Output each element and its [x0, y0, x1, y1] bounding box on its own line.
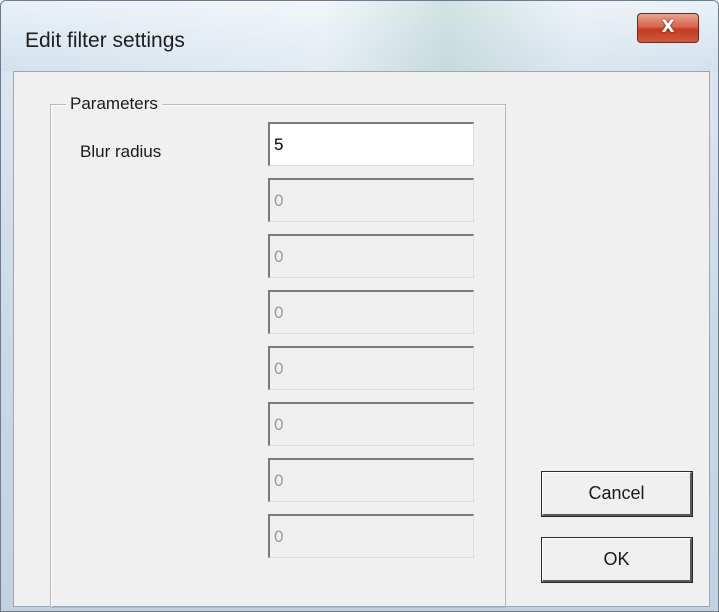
blur-radius-input[interactable]	[268, 122, 474, 166]
cancel-button[interactable]: Cancel	[541, 471, 693, 517]
param-field-2	[268, 178, 474, 222]
dialog-window: Edit filter settings X Parameters Blur r…	[0, 0, 719, 612]
ok-button[interactable]: OK	[541, 537, 693, 583]
param-field-6	[268, 402, 474, 446]
close-button[interactable]: X	[637, 13, 699, 43]
param-field-8	[268, 514, 474, 558]
param-field-4	[268, 290, 474, 334]
dialog-body: Parameters Blur radius Cancel OK	[13, 71, 710, 608]
parameters-group-label: Parameters	[66, 94, 162, 114]
blur-radius-label: Blur radius	[80, 142, 162, 161]
window-title: Edit filter settings	[25, 29, 185, 52]
param-field-7	[268, 458, 474, 502]
close-icon: X	[661, 17, 675, 37]
param-field-3	[268, 234, 474, 278]
title-bar[interactable]: Edit filter settings X	[1, 1, 718, 71]
param-field-5	[268, 346, 474, 390]
